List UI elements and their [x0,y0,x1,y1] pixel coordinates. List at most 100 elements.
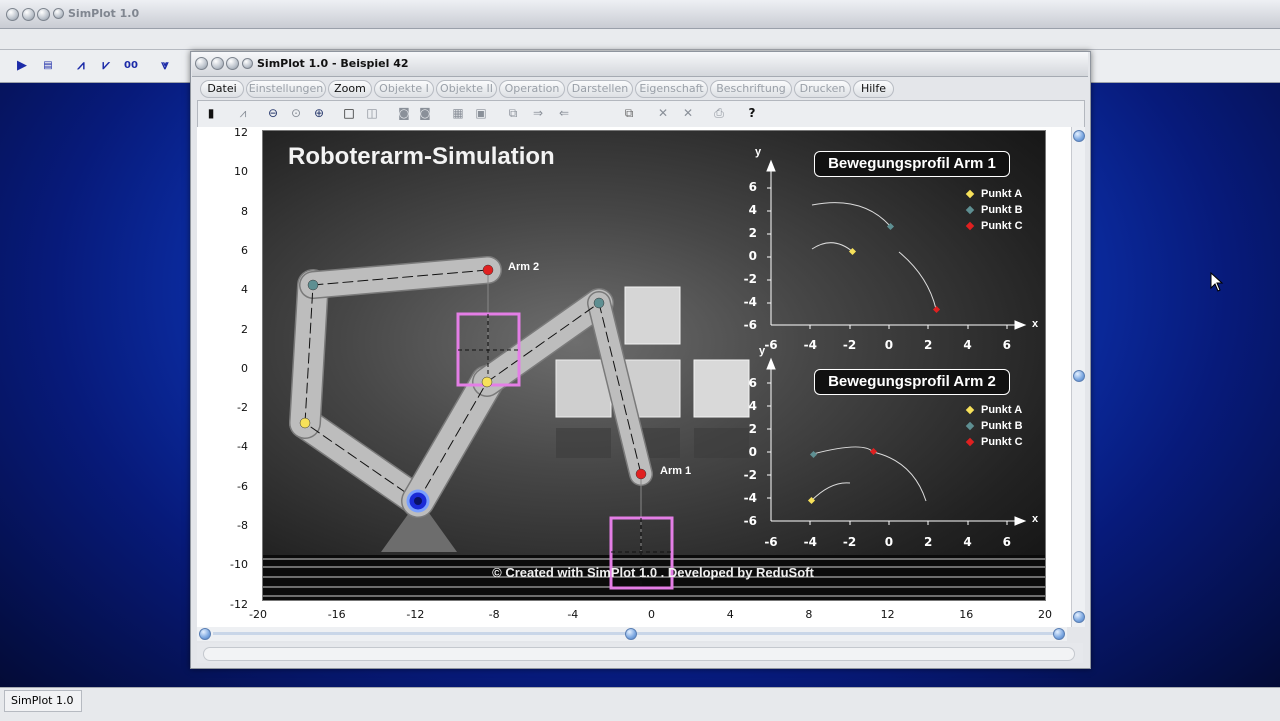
profile-2-x-tick: 0 [884,535,894,549]
arrow-right-icon[interactable]: ⇒ [529,104,547,122]
split-icon[interactable]: ◫ [363,104,381,122]
profile-2-y-tick: 6 [748,376,757,390]
zoom-icon[interactable]: ⊙ [287,104,305,122]
menu-eigenschaft[interactable]: Eigenschaft [635,80,708,98]
profile-2-y-tick: -6 [743,514,757,528]
close-icon[interactable] [195,57,208,70]
menu-beschriftung[interactable]: Beschriftung [710,80,792,98]
profile-1-y-tick: -4 [743,295,757,309]
profile-2-x-tick: -6 [764,535,778,549]
line-chart-icon[interactable]: ⩘ [72,57,90,75]
arrow-left-icon[interactable]: ⇐ [555,104,573,122]
menu-einstellungen[interactable]: Einstellungen [246,80,326,98]
mouse-cursor-icon [1210,271,1224,292]
profile-1-x-tick: 4 [963,338,972,352]
xy-plot-icon[interactable]: ⩗ [97,57,115,75]
x-tick-label: -8 [488,608,500,621]
horizontal-scrollbar[interactable] [197,627,1067,641]
image-icon[interactable]: ▣ [472,104,490,122]
graph-icon[interactable]: ⩘ [234,104,252,122]
close-icon[interactable] [6,8,19,21]
profile-1-x-tick: 6 [1002,338,1011,352]
menu-operation[interactable]: Operation [499,80,565,98]
profile-2-legend: Punkt A Punkt B Punkt C [965,402,1023,450]
vertical-scroll-thumb[interactable] [1073,370,1085,382]
x-tick-label: -16 [327,608,346,621]
scroll-right-button[interactable] [1053,628,1065,640]
paste-icon[interactable]: ◙ [416,104,434,122]
y-tick-label: -6 [237,479,248,493]
y-tick-label: -8 [237,519,248,532]
grid-icon[interactable]: ▦ [449,104,467,122]
window-menu-icon[interactable] [242,58,253,69]
outer-menu-bar [0,29,1280,50]
table-icon[interactable]: ▤ [39,57,57,75]
zoom-in-icon[interactable]: ⊕ [310,104,328,122]
profile-1-title: Bewegungsprofil Arm 1 [814,151,1010,177]
menu-hilfe[interactable]: Hilfe [853,80,894,98]
scroll-down-button[interactable] [1073,611,1085,623]
y-tick-label: 2 [241,322,248,336]
zoom-out-icon[interactable]: ⊖ [264,104,282,122]
x-tick-label: -4 [567,608,579,621]
profile-1-x-tick: -4 [803,338,817,352]
arm1-joint-b [593,297,605,309]
x-tick-label: -12 [406,608,425,621]
help-icon[interactable]: ? [743,104,761,122]
menu-objekte-1[interactable]: Objekte I [374,80,434,98]
data-icon[interactable]: 00 [122,57,140,75]
profile-2-y-tick: -4 [743,491,757,505]
maximize-icon[interactable] [226,57,239,70]
arm-2-label: Arm 2 [508,261,540,273]
profile-1-x-tick: 0 [884,338,894,352]
window-menu-icon[interactable] [53,8,64,19]
profile-1-y-tick: 4 [748,203,757,217]
rectangle-icon[interactable]: □ [340,104,358,122]
menu-objekte-2[interactable]: Objekte II [436,80,497,98]
arm2-joint-b [307,279,319,291]
y-tick-label: 10 [234,165,248,179]
arm2-joint-a [299,417,311,429]
x-tick-label: 8 [805,608,813,621]
status-bar [0,687,1280,721]
horizontal-scroll-thumb[interactable] [625,628,637,640]
y-tick-label: 0 [241,361,248,375]
scroll-up-button[interactable] [1073,130,1085,142]
legend-item: Punkt A [965,402,1023,418]
inner-title-bar: SimPlot 1.0 - Beispiel 42 [192,52,1088,77]
menu-darstellen[interactable]: Darstellen [567,80,633,98]
maximize-icon[interactable] [37,8,50,21]
scroll-left-button[interactable] [199,628,211,640]
x-tick-label: 12 [880,608,895,621]
status-text: SimPlot 1.0 [4,690,82,712]
arm2-joint-c [482,264,494,276]
profile-2-title: Bewegungsprofil Arm 2 [814,369,1010,395]
pages-icon[interactable]: ⧉ [620,104,638,122]
minimize-icon[interactable] [211,57,224,70]
menu-drucken[interactable]: Drucken [794,80,851,98]
y-tick-label: -10 [230,558,248,572]
profile-1-legend: Punkt A Punkt B Punkt C [965,186,1023,234]
profile-2-y-tick: 0 [748,445,757,459]
play-icon[interactable]: ▶ [13,57,31,75]
layer-icon[interactable]: ⧉ [504,104,522,122]
delete-icon[interactable]: ✕ [654,104,672,122]
copy-icon[interactable]: ◙ [395,104,413,122]
profile-1-y-tick: -6 [743,318,757,332]
inner-status-area [197,643,1083,663]
vertical-scrollbar[interactable] [1071,127,1085,627]
menu-datei[interactable]: Datei [200,80,244,98]
filter-icon[interactable]: ⩔ [156,57,174,75]
delete-all-icon[interactable]: ✕ [679,104,697,122]
profile-1-x-tick: -6 [764,338,778,352]
minimize-icon[interactable] [22,8,35,21]
menu-zoom[interactable]: Zoom [328,80,372,98]
profile-2-y-tick: -2 [743,468,757,482]
calculator-icon[interactable]: ▮ [202,104,220,122]
inner-toolbar [197,100,1085,128]
y-tick-label: 6 [241,243,248,257]
legend-item: Punkt A [965,186,1023,202]
simulation-canvas[interactable] [262,130,1046,601]
print-icon[interactable]: ⎙ [710,104,728,122]
arm1-joint-c [635,468,647,480]
